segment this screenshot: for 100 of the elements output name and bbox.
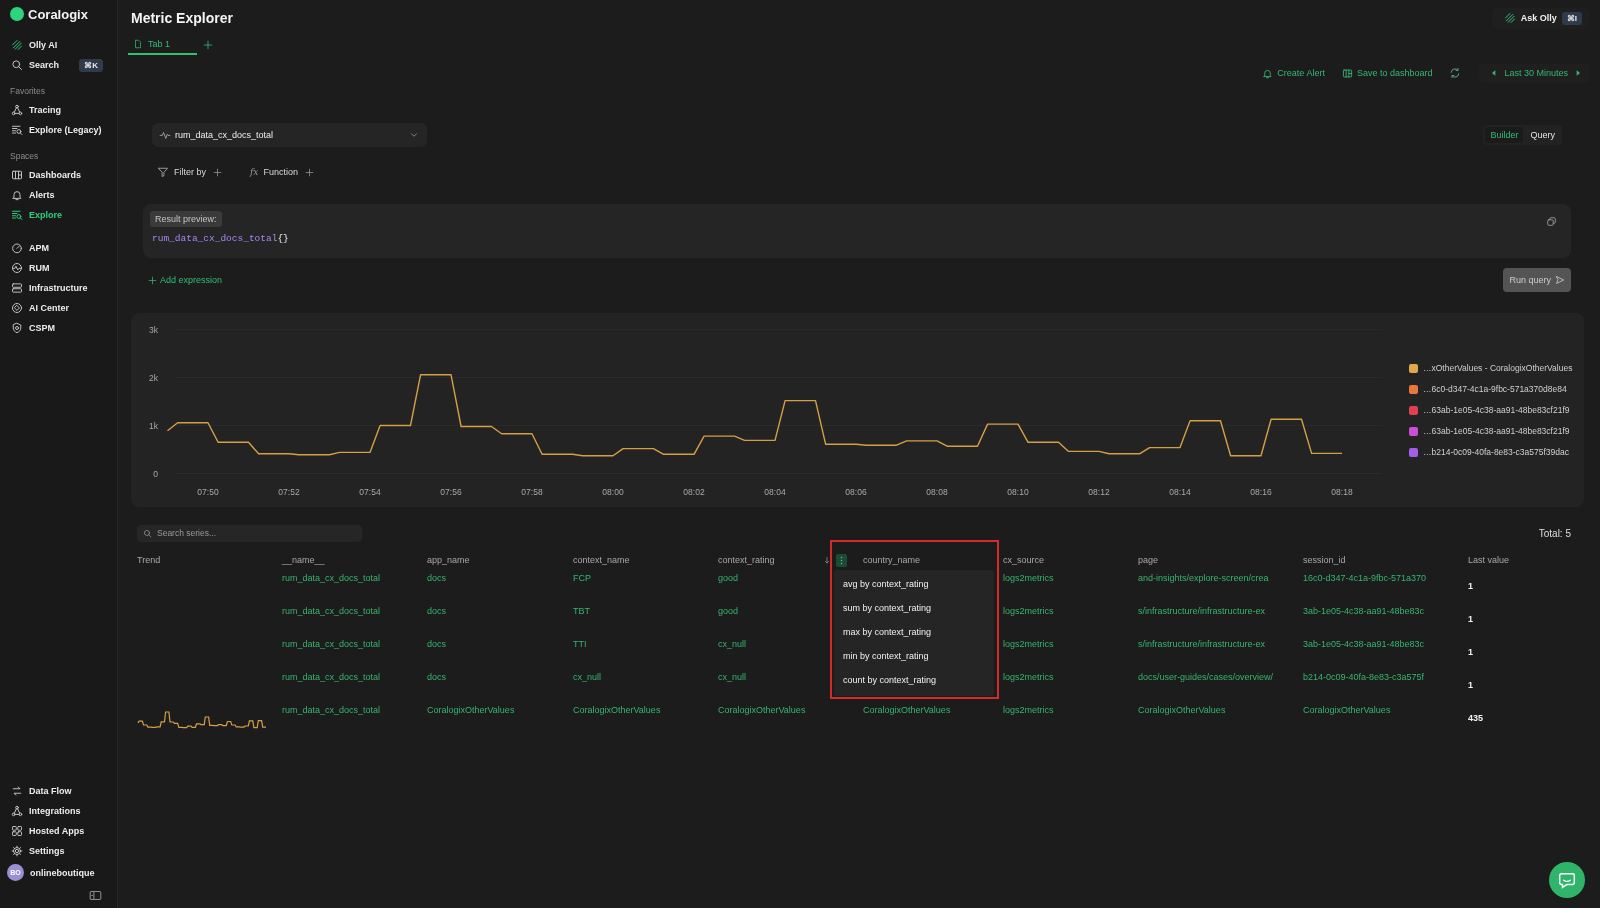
nav-item[interactable]: Settings — [0, 841, 65, 861]
nav-item[interactable]: Olly AI — [0, 35, 58, 55]
nav-item[interactable]: Search — [0, 55, 60, 75]
copy-button[interactable] — [1546, 216, 1557, 227]
page-title: Metric Explorer — [131, 10, 233, 26]
nav-item[interactable]: RUM — [0, 258, 50, 278]
filter-button[interactable]: fx Function — [250, 167, 314, 177]
table-cell: logs2metrics — [1003, 573, 1054, 583]
table-cell: cx_null — [718, 639, 746, 649]
gauge-icon — [11, 242, 23, 254]
pulse-circle-icon — [11, 262, 23, 274]
column-menu-button[interactable] — [836, 553, 847, 567]
mode-tab[interactable]: Query — [1525, 127, 1560, 143]
nav-item[interactable]: Dashboards — [0, 165, 81, 185]
column-header[interactable]: session_id — [1303, 555, 1346, 565]
add-expression-button[interactable]: Add expression — [148, 275, 223, 285]
menu-item[interactable]: avg by context_rating — [834, 572, 994, 596]
legend-label[interactable]: …63ab-1e05-4c38-aa91-48be83cf21f9 — [1423, 405, 1570, 415]
bell-icon — [11, 189, 23, 201]
list-search-icon — [11, 124, 23, 136]
metric-select[interactable]: rum_data_cx_docs_total — [152, 123, 427, 147]
x-axis-label: 08:16 — [1250, 487, 1272, 497]
mode-tab[interactable]: Builder — [1485, 127, 1524, 143]
column-header[interactable]: __name__ — [282, 555, 325, 565]
total-count: Total: 5 — [1538, 527, 1571, 539]
y-axis-label: 0 — [153, 468, 158, 479]
filter-button[interactable]: Filter by — [157, 166, 222, 178]
x-axis-label: 08:10 — [1007, 487, 1029, 497]
nav-item[interactable]: Explore (Legacy) — [0, 120, 102, 140]
nav-item[interactable]: Integrations — [0, 801, 81, 821]
legend-label[interactable]: …63ab-1e05-4c38-aa91-48be83cf21f9 — [1423, 426, 1570, 436]
tab[interactable]: Tab 1 — [128, 34, 198, 55]
x-axis-label: 08:12 — [1088, 487, 1110, 497]
table-cell: docs — [427, 573, 446, 583]
file-icon — [133, 38, 143, 49]
y-axis-label: 2k — [149, 372, 158, 383]
funnel-icon — [157, 166, 169, 178]
chat-button[interactable] — [1549, 862, 1585, 898]
plus-icon — [304, 167, 314, 177]
table-cell: logs2metrics — [1003, 639, 1054, 649]
table-cell: s/infrastructure/infrastructure-ex — [1138, 639, 1266, 649]
table-cell: CoralogixOtherValues — [863, 705, 951, 715]
settings-icon — [11, 845, 23, 857]
nodes-icon — [11, 805, 23, 817]
nav-item[interactable]: Data Flow — [0, 781, 72, 801]
server-icon — [11, 282, 23, 294]
nav-item[interactable]: APM — [0, 238, 49, 258]
brand-name: Coralogix — [28, 6, 88, 22]
column-header[interactable]: Last value — [1468, 555, 1510, 565]
nav-item[interactable]: Hosted Apps — [0, 821, 85, 841]
table-cell: cx_null — [573, 672, 601, 682]
table-cell: CoralogixOtherValues — [1138, 705, 1226, 715]
column-header[interactable]: Trend — [137, 555, 161, 565]
x-axis-label: 07:56 — [440, 487, 462, 497]
account-name[interactable]: onlineboutique — [30, 867, 95, 878]
menu-item[interactable]: min by context_rating — [834, 644, 994, 668]
nodes-icon — [11, 104, 23, 116]
layout-icon — [11, 169, 23, 181]
result-preview-badge: Result preview: — [150, 211, 222, 227]
arrows-icon — [11, 785, 23, 797]
table-cell: 3ab-1e05-4c38-aa91-48be83c — [1303, 606, 1425, 616]
nav-item[interactable]: Alerts — [0, 185, 55, 205]
table-cell: 1 — [1468, 613, 1473, 625]
nav-item[interactable]: AI Center — [0, 298, 69, 318]
column-header[interactable]: app_name — [427, 555, 470, 565]
menu-item[interactable]: sum by context_rating — [834, 596, 994, 620]
chevron-down-icon — [409, 130, 419, 140]
column-header[interactable]: context_name — [573, 555, 630, 565]
nav-item[interactable]: CSPM — [0, 318, 55, 338]
table-cell: rum_data_cx_docs_total — [282, 639, 381, 649]
shield-icon — [11, 322, 23, 334]
nav-item[interactable]: Infrastructure — [0, 278, 88, 298]
menu-item[interactable]: count by context_rating — [834, 668, 994, 692]
add-tab-button[interactable] — [203, 39, 214, 50]
search-field[interactable]: Search series... — [137, 524, 362, 542]
legend-label[interactable]: …b214-0c09-40fa-8e83-c3a575f39dac — [1423, 447, 1570, 457]
legend-label[interactable]: …xOtherValues - CoralogixOtherValues — [1423, 363, 1573, 373]
column-header[interactable]: page — [1138, 555, 1159, 565]
table-cell: 1 — [1468, 580, 1473, 592]
column-header[interactable]: country_name — [863, 555, 921, 565]
x-axis-label: 08:08 — [926, 487, 948, 497]
hatched-logo-icon — [1503, 12, 1516, 24]
column-header[interactable]: cx_source — [1003, 555, 1045, 565]
nav-item[interactable]: Explore — [0, 205, 62, 225]
toolbar-button[interactable]: Save to dashboard — [1341, 67, 1433, 79]
search-icon — [143, 528, 152, 538]
refresh-button[interactable] — [1449, 67, 1462, 79]
table-cell: s/infrastructure/infrastructure-ex — [1138, 606, 1266, 616]
toolbar-button[interactable]: Create Alert — [1262, 67, 1325, 79]
table-cell: b214-0c09-40fa-8e83-c3a575f — [1303, 672, 1425, 682]
section-heading: Favorites — [9, 85, 46, 98]
nav-item[interactable]: Tracing — [0, 100, 61, 120]
table-cell: CoralogixOtherValues — [1303, 705, 1391, 715]
diamond-circle-icon — [11, 302, 23, 314]
y-axis-label: 3k — [149, 324, 158, 335]
menu-item[interactable]: max by context_rating — [834, 620, 994, 644]
legend-label[interactable]: …6c0-d347-4c1a-9fbc-571a370d8e84 — [1423, 384, 1567, 394]
logo-icon — [10, 7, 24, 21]
x-axis-label: 08:04 — [764, 487, 786, 497]
column-header[interactable]: context_rating — [718, 555, 775, 565]
